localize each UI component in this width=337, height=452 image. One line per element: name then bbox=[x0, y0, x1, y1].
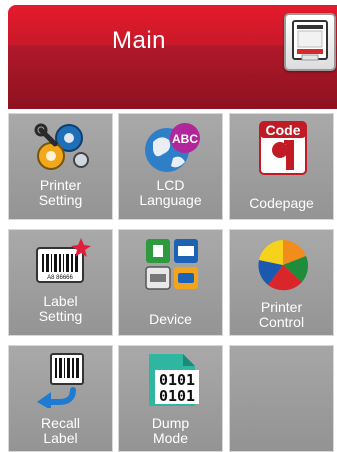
print-label-button[interactable] bbox=[284, 13, 336, 71]
tile-label: Dump Mode bbox=[151, 415, 190, 446]
svg-text:0101: 0101 bbox=[159, 387, 195, 405]
barcode-label-icon: A8 86666 bbox=[36, 238, 91, 283]
device-ports-icon bbox=[145, 239, 198, 290]
tile-printer-setting[interactable]: Printer Setting bbox=[8, 113, 113, 220]
tile-label: Recall Label bbox=[41, 415, 80, 446]
svg-text:Code: Code bbox=[266, 122, 301, 138]
globe-abc-icon: ABC bbox=[145, 123, 200, 172]
binary-file-icon: 0101 0101 bbox=[149, 354, 199, 406]
pie-chart-icon bbox=[258, 240, 308, 291]
tile-label: Codepage bbox=[249, 195, 314, 211]
tile-codepage[interactable]: Code Codepage bbox=[229, 113, 334, 220]
menu-grid: Printer Setting ABC LCD Language Code Co… bbox=[8, 113, 337, 452]
tile-recall-label[interactable]: Recall Label bbox=[8, 345, 113, 452]
svg-text:A8 86666: A8 86666 bbox=[47, 275, 73, 281]
tile-label: Printer Control bbox=[258, 299, 305, 330]
tile-label: LCD Language bbox=[139, 177, 202, 208]
printer-icon bbox=[292, 20, 328, 61]
tile-empty bbox=[229, 345, 334, 452]
tile-lcd-language[interactable]: ABC LCD Language bbox=[118, 113, 223, 220]
recall-barcode-icon bbox=[37, 353, 84, 408]
code-pilcrow-icon: Code bbox=[259, 121, 307, 175]
tile-printer-control[interactable]: Printer Control bbox=[229, 229, 334, 336]
main-header: Main bbox=[8, 5, 337, 109]
gears-icon bbox=[34, 123, 89, 170]
tile-label: Device bbox=[149, 311, 192, 327]
tile-label: Printer Setting bbox=[38, 177, 83, 208]
tile-dump-mode[interactable]: 0101 0101 Dump Mode bbox=[118, 345, 223, 452]
tile-device[interactable]: Device bbox=[118, 229, 223, 336]
tile-label-setting[interactable]: A8 86666 Label Setting bbox=[8, 229, 113, 336]
svg-text:ABC: ABC bbox=[172, 132, 198, 146]
tile-label: Label Setting bbox=[38, 293, 83, 324]
page-title: Main bbox=[111, 27, 167, 54]
